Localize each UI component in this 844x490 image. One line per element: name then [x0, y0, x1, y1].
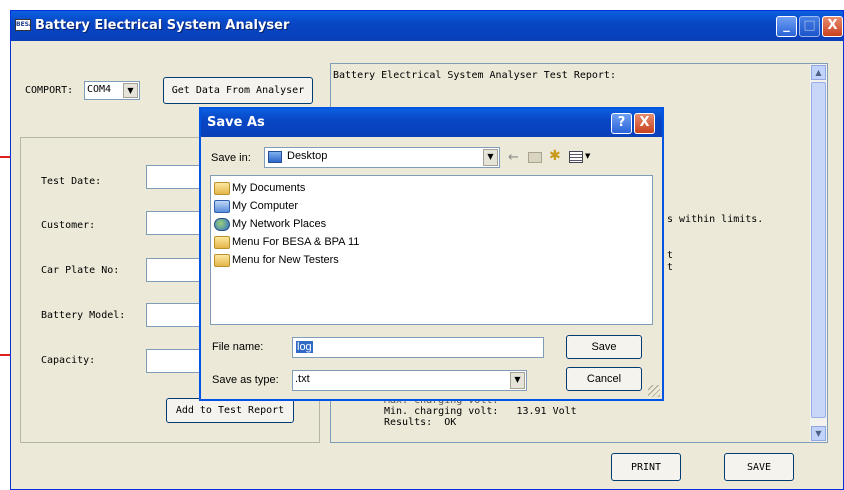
- report-line-min: Min. charging volt: 13.91 Volt: [384, 406, 577, 417]
- minimize-button[interactable]: _: [776, 16, 797, 37]
- list-item[interactable]: My Documents: [214, 179, 305, 197]
- save-as-type-select[interactable]: .txt ▼: [292, 370, 527, 391]
- save-in-label: Save in:: [211, 152, 251, 164]
- file-name-value: log: [296, 341, 313, 353]
- list-item[interactable]: Menu for New Testers: [214, 251, 339, 269]
- up-folder-icon[interactable]: [528, 152, 542, 163]
- save-in-value: Desktop: [287, 150, 328, 162]
- close-button[interactable]: X: [822, 16, 843, 37]
- app-icon: BESA: [15, 19, 31, 31]
- resize-grip-icon[interactable]: [648, 385, 660, 397]
- car-plate-field[interactable]: [146, 258, 202, 282]
- get-data-button[interactable]: Get Data From Analyser: [163, 77, 313, 104]
- print-button[interactable]: PRINT: [611, 453, 681, 481]
- save-as-type-label: Save as type:: [212, 374, 279, 386]
- add-to-report-button[interactable]: Add to Test Report: [166, 398, 294, 423]
- folder-icon: [214, 253, 230, 267]
- capacity-label: Capacity:: [41, 355, 96, 366]
- report-header: Battery Electrical System Analyser Test …: [333, 70, 616, 81]
- battery-model-field[interactable]: [146, 303, 202, 327]
- chevron-down-icon[interactable]: ▼: [510, 372, 525, 389]
- dialog-cancel-button[interactable]: Cancel: [566, 367, 642, 391]
- desktop-icon: [268, 151, 282, 163]
- customer-field[interactable]: [146, 211, 202, 235]
- file-name-label: File name:: [212, 341, 264, 353]
- report-line-results: Results: OK: [384, 417, 457, 428]
- dialog-close-button[interactable]: X: [634, 113, 655, 134]
- report-fragment-t2: t: [667, 262, 674, 273]
- window-title: Battery Electrical System Analyser: [35, 18, 290, 33]
- views-menu-icon[interactable]: [569, 151, 583, 163]
- help-button[interactable]: ?: [611, 113, 632, 134]
- new-folder-icon[interactable]: ✱: [549, 148, 561, 164]
- folder-icon: [214, 181, 230, 195]
- scroll-down-icon[interactable]: ▼: [811, 426, 826, 441]
- save-button[interactable]: SAVE: [724, 453, 794, 481]
- list-item[interactable]: My Computer: [214, 197, 298, 215]
- save-as-dialog: Save As ? X Save in: Desktop ▼ ← ✱ ▼ My …: [199, 107, 664, 401]
- computer-icon: [214, 199, 230, 213]
- report-scrollbar[interactable]: ▲ ▼: [810, 64, 827, 442]
- chevron-down-icon[interactable]: ▼: [123, 83, 138, 98]
- main-title-bar[interactable]: BESA Battery Electrical System Analyser …: [11, 11, 843, 41]
- maximize-button[interactable]: □: [799, 16, 820, 37]
- capacity-field[interactable]: [146, 349, 202, 373]
- save-as-type-value: .txt: [295, 373, 310, 385]
- file-list[interactable]: My Documents My Computer My Network Plac…: [210, 175, 653, 325]
- folder-icon: [214, 235, 230, 249]
- chevron-down-icon[interactable]: ▼: [585, 152, 590, 160]
- dialog-title: Save As: [207, 115, 265, 130]
- test-date-label: Test Date:: [41, 176, 102, 187]
- back-icon[interactable]: ←: [508, 150, 519, 165]
- file-name-field[interactable]: log: [292, 337, 544, 358]
- comport-value: COM4: [87, 84, 112, 95]
- save-in-select[interactable]: Desktop ▼: [264, 147, 500, 168]
- chevron-down-icon[interactable]: ▼: [483, 149, 498, 166]
- car-plate-label: Car Plate No:: [41, 265, 120, 276]
- dialog-save-button[interactable]: Save: [566, 335, 642, 359]
- customer-label: Customer:: [41, 220, 96, 231]
- scroll-up-icon[interactable]: ▲: [811, 65, 826, 80]
- dialog-title-bar[interactable]: Save As ? X: [201, 109, 662, 137]
- report-fragment-t1: t: [667, 250, 674, 261]
- list-item[interactable]: My Network Places: [214, 215, 326, 233]
- test-date-field[interactable]: [146, 165, 202, 189]
- report-fragment-limits: s within limits.: [667, 214, 764, 225]
- battery-model-label: Battery Model:: [41, 310, 126, 321]
- scroll-thumb[interactable]: [811, 82, 826, 418]
- comport-label: COMPORT:: [25, 85, 74, 96]
- list-item[interactable]: Menu For BESA & BPA 11: [214, 233, 359, 251]
- network-places-icon: [214, 217, 230, 231]
- comport-select[interactable]: COM4 ▼: [84, 81, 140, 100]
